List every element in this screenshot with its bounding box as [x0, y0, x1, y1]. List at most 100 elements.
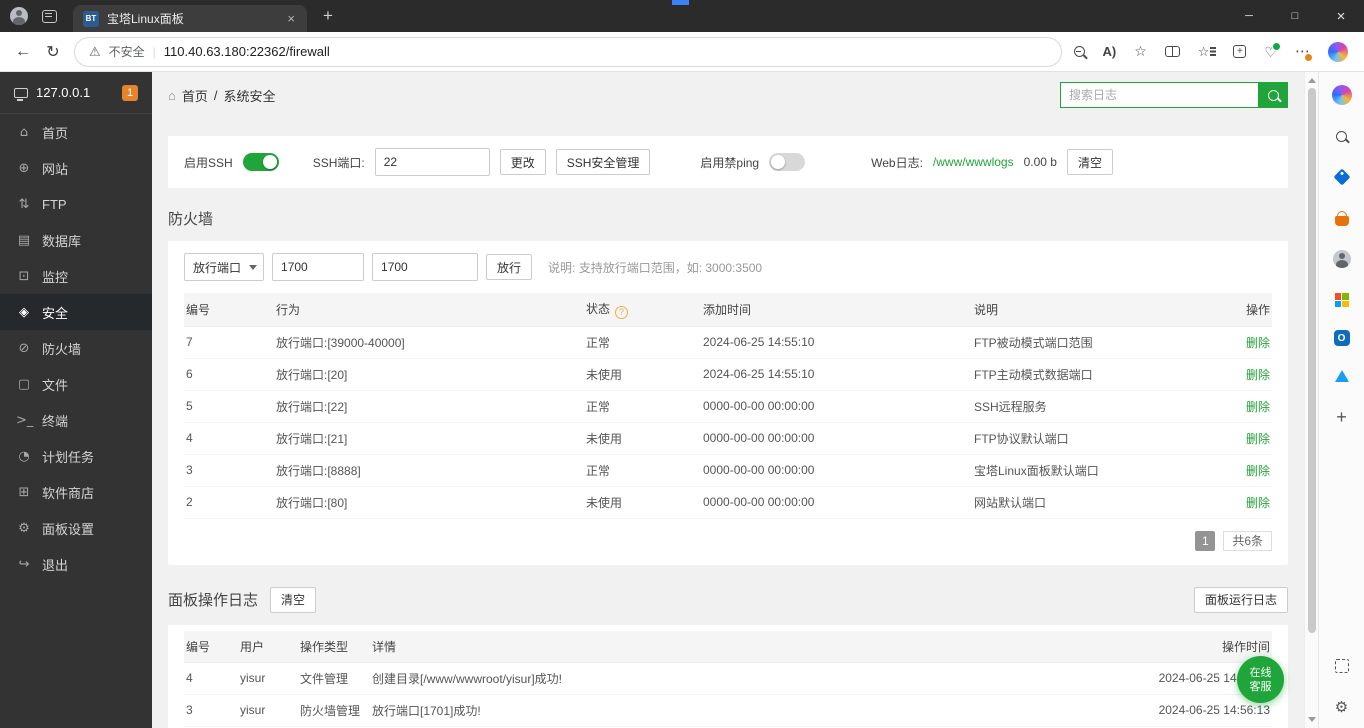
- address-divider: |: [152, 44, 156, 59]
- browser-essentials-icon[interactable]: ♡: [1264, 41, 1281, 59]
- favorites-icon[interactable]: ☆: [1198, 45, 1216, 58]
- sidebar-item-firewall[interactable]: ⊘ 防火墙: [0, 330, 152, 366]
- logs-clear-button[interactable]: 清空: [270, 586, 317, 613]
- read-aloud-icon[interactable]: A): [1103, 44, 1117, 59]
- ping-toggle[interactable]: [769, 153, 806, 171]
- scroll-up-icon[interactable]: [1307, 78, 1316, 83]
- add-sidebar-item-icon[interactable]: +: [1331, 406, 1353, 428]
- sidebar-item-ftp[interactable]: ⇅ FTP: [0, 186, 152, 222]
- sidebar-item-terminal[interactable]: >_ 终端: [0, 402, 152, 438]
- back-icon[interactable]: ←: [8, 37, 38, 67]
- ssh-settings-card: 启用SSH SSH端口: 更改 SSH安全管理 启用禁ping Web日志: /…: [168, 136, 1288, 188]
- files-icon: ▢: [17, 376, 31, 392]
- weblog-clear-button[interactable]: 清空: [1066, 149, 1113, 175]
- ssh-port-label: SSH端口:: [312, 155, 365, 170]
- firewall-row: 2 放行端口:[80] 未使用 0000-00-00 00:00:00 网站默认端口 删除: [184, 486, 1272, 519]
- delete-link[interactable]: 删除: [1246, 496, 1270, 510]
- server-host-row[interactable]: 127.0.0.1 1: [0, 72, 152, 114]
- site-icon: ⊕: [18, 160, 30, 176]
- drop-icon[interactable]: [1331, 365, 1353, 387]
- ssh-toggle[interactable]: [242, 153, 279, 171]
- collections-icon[interactable]: [1233, 45, 1247, 58]
- split-screen-icon[interactable]: [1164, 46, 1180, 57]
- minimize-button[interactable]: ─: [1226, 0, 1272, 32]
- shopping-basket-icon[interactable]: [1331, 207, 1353, 229]
- firewall-row: 4 放行端口:[21] 未使用 0000-00-00 00:00:00 FTP协议默认端…: [184, 422, 1272, 455]
- sidebar-item-cron[interactable]: ◔ 计划任务: [0, 438, 152, 474]
- gear-icon: ⚙: [18, 520, 30, 536]
- maximize-button[interactable]: □: [1272, 0, 1318, 32]
- sidebar-item-appstore[interactable]: ⊞ 软件商店: [0, 474, 152, 510]
- sidebar-item-label: 软件商店: [42, 485, 95, 501]
- close-button[interactable]: ×: [1318, 0, 1364, 32]
- zoom-out-icon[interactable]: [1073, 46, 1085, 57]
- logout-icon: ↪: [18, 556, 30, 572]
- firewall-row: 5 放行端口:[22] 正常 0000-00-00 00:00:00 SSH远程服务 删除: [184, 390, 1272, 423]
- sidebar-item-monitor[interactable]: ⊡ 监控: [0, 258, 152, 294]
- panel-runlog-button[interactable]: 面板运行日志: [1193, 586, 1288, 613]
- sidebar-item-database[interactable]: ▤ 数据库: [0, 222, 152, 258]
- port-end-input[interactable]: [372, 253, 479, 281]
- favorite-star-icon[interactable]: ☆: [1134, 43, 1147, 60]
- ssh-security-button[interactable]: SSH安全管理: [555, 149, 651, 175]
- copilot-icon[interactable]: [1331, 84, 1353, 106]
- delete-link[interactable]: 删除: [1246, 336, 1270, 350]
- contacts-icon[interactable]: [1331, 248, 1353, 270]
- port-type-select[interactable]: 放行端口: [184, 253, 265, 281]
- office-apps-icon[interactable]: [1331, 289, 1353, 311]
- scrollbar-thumb[interactable]: [1308, 88, 1316, 633]
- col-detail: 详情: [372, 639, 397, 654]
- copilot-icon[interactable]: [1328, 41, 1348, 62]
- browser-tab[interactable]: BT 宝塔Linux面板 ×: [73, 5, 307, 32]
- delete-link[interactable]: 删除: [1246, 432, 1270, 446]
- sidebar-item-logout[interactable]: ↪ 退出: [0, 546, 152, 582]
- outlook-icon[interactable]: O: [1333, 330, 1350, 346]
- pagination-page-1[interactable]: 1: [1195, 530, 1216, 551]
- new-tab-button[interactable]: +: [317, 6, 339, 26]
- tab-close-icon[interactable]: ×: [285, 11, 297, 26]
- logs-table: 编号 用户 操作类型 详情 操作时间 4 yisur 文件管理 创建目录[/www/w…: [184, 630, 1272, 728]
- pagination: 1 共6条: [184, 530, 1272, 551]
- sidebar-item-label: 首页: [42, 125, 69, 141]
- workspaces-icon[interactable]: [42, 9, 57, 23]
- page-scrollbar[interactable]: [1304, 72, 1318, 728]
- sidebar-item-files[interactable]: ▢ 文件: [0, 366, 152, 402]
- sidebar-item-settings[interactable]: ⚙ 面板设置: [0, 510, 152, 546]
- allow-port-button[interactable]: 放行: [486, 254, 533, 280]
- logs-section-head: 面板操作日志 清空 面板运行日志: [168, 586, 1288, 613]
- online-support-button[interactable]: 在线 客服: [1237, 656, 1284, 703]
- breadcrumb-home-link[interactable]: 首页: [182, 86, 208, 105]
- message-badge: 1: [122, 84, 138, 101]
- screenshot-tool-icon[interactable]: [1331, 655, 1353, 677]
- refresh-icon[interactable]: ↻: [38, 37, 68, 67]
- breadcrumb: ⌂ 首页 / 系统安全: [168, 86, 276, 105]
- shopping-tag-icon[interactable]: [1331, 166, 1353, 188]
- settings-more-icon[interactable]: ⋯: [1295, 44, 1313, 62]
- col-type: 操作类型: [300, 639, 349, 654]
- status-help-icon[interactable]: ?: [615, 305, 629, 319]
- browser-profile-icon[interactable]: [10, 7, 28, 25]
- sidebar-settings-icon[interactable]: ⚙: [1331, 696, 1353, 718]
- delete-link[interactable]: 删除: [1246, 368, 1270, 382]
- not-secure-warning-icon: ⚠: [89, 43, 101, 59]
- scroll-down-icon[interactable]: [1308, 717, 1316, 722]
- sidebar-item-security[interactable]: ◈ 安全: [0, 294, 152, 330]
- breadcrumb-current: 系统安全: [223, 88, 276, 104]
- ssh-port-change-button[interactable]: 更改: [499, 149, 546, 175]
- port-start-input[interactable]: [272, 253, 365, 281]
- ping-label: 启用禁ping: [700, 155, 760, 170]
- address-bar[interactable]: ⚠ 不安全 | 110.40.63.180:22362/firewall: [74, 36, 1062, 67]
- firewall-title: 防火墙: [168, 211, 214, 228]
- delete-link[interactable]: 删除: [1246, 464, 1270, 478]
- log-search-button[interactable]: [1258, 82, 1288, 108]
- ssh-port-input[interactable]: [374, 148, 490, 176]
- sidebar-item-site[interactable]: ⊕ 网站: [0, 150, 152, 186]
- pagination-total: 共6条: [1223, 530, 1272, 551]
- weblog-path-link[interactable]: /www/wwwlogs: [933, 155, 1014, 169]
- sidebar-item-home[interactable]: ⌂ 首页: [0, 114, 152, 150]
- breadcrumb-home-icon: ⌂: [168, 87, 176, 103]
- tab-favicon: BT: [83, 10, 99, 27]
- search-icon[interactable]: [1331, 125, 1353, 147]
- delete-link[interactable]: 删除: [1246, 400, 1270, 414]
- log-search-input[interactable]: [1060, 82, 1258, 108]
